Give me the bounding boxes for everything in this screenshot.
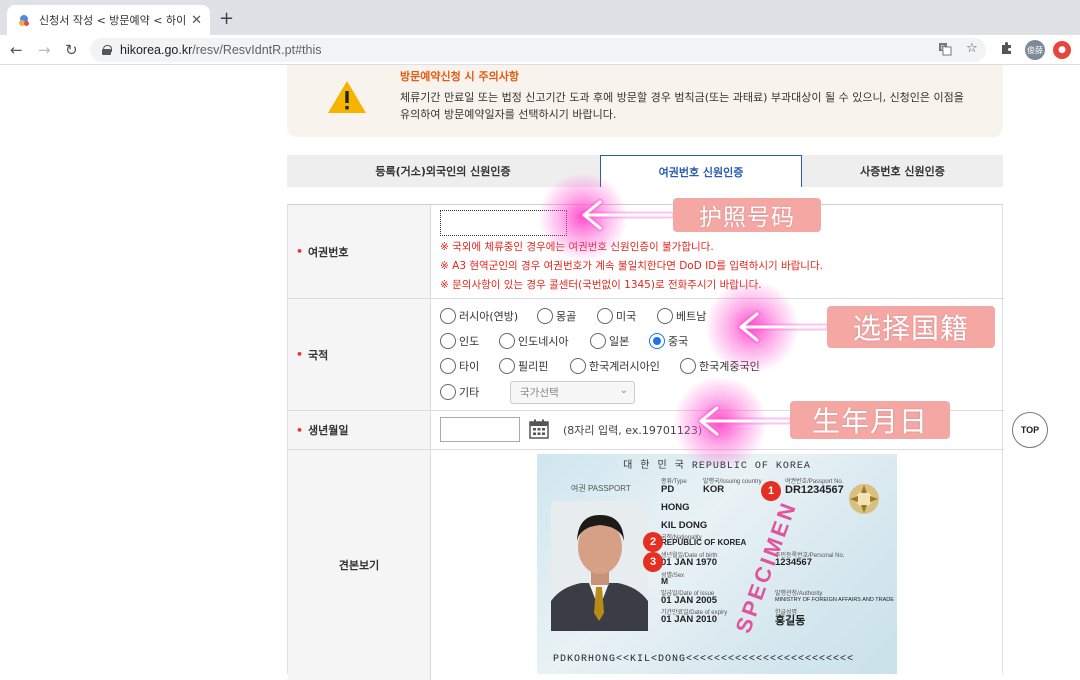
label-authority: 발행관청/Authority <box>775 591 823 597</box>
annotation-date-of-birth: 生年月日 <box>790 401 950 439</box>
browser-tabbar: 신청서 작성 < 방문예약 < 하이코리아 ✕ + <box>0 0 1080 35</box>
radio-indonesia[interactable]: 인도네시아 <box>499 333 569 349</box>
translate-icon[interactable]: G <box>938 42 952 60</box>
sample-label: 견본보기 <box>288 450 431 680</box>
scroll-top-button[interactable]: TOP <box>1012 412 1048 448</box>
radio-circle[interactable] <box>570 358 586 374</box>
bookmark-star-icon[interactable]: ☆ <box>966 41 978 56</box>
passport-warning-3: ※ 문의사항이 있는 경우 콜센터(국번없이 1345)로 전화주시기 바랍니다… <box>440 279 762 291</box>
radio-china[interactable]: 중국 <box>649 333 688 349</box>
radio-russia[interactable]: 러시아(연방) <box>440 308 518 324</box>
radio-other[interactable]: 기타 <box>440 384 479 400</box>
sample-row: 견본보기 대 한 민 국 REPUBLIC OF KOREA 여권 PASSPO… <box>288 450 1004 680</box>
radio-thailand[interactable]: 타이 <box>440 358 479 374</box>
radio-circle[interactable] <box>440 333 456 349</box>
lock-icon <box>102 45 112 55</box>
browser-toolbar: ← → ↻ hikorea.go.kr/resv/ResvIdntR.pt#th… <box>0 35 1080 65</box>
value-dob: 01 JAN 1970 <box>661 557 717 568</box>
radio-mongolia[interactable]: 몽골 <box>537 308 576 324</box>
value-expiry-date: 01 JAN 2010 <box>661 614 717 625</box>
extension-record-icon[interactable]: ● <box>1053 41 1071 59</box>
radio-korean-russian[interactable]: 한국계러시아인 <box>570 358 660 374</box>
tab-visa-verification[interactable]: 사증번호 신원인증 <box>802 155 1003 187</box>
passport-photo <box>551 501 648 631</box>
radio-circle[interactable] <box>590 333 606 349</box>
national-emblem-icon <box>849 484 879 514</box>
value-type: PD <box>661 484 675 495</box>
radio-circle[interactable] <box>440 384 456 400</box>
arrow-left-icon <box>697 404 790 438</box>
profile-avatar[interactable]: 俊薛 <box>1025 40 1045 60</box>
close-icon[interactable]: ✕ <box>191 13 202 28</box>
radio-philippines[interactable]: 필리핀 <box>499 358 548 374</box>
tab-registration-verification[interactable]: 등록(거소)외국인의 신원인증 <box>287 155 599 187</box>
notice-title: 방문예약신청 시 주의사항 <box>400 70 519 83</box>
radio-circle-selected[interactable] <box>649 333 665 349</box>
value-authority: MINISTRY OF FOREIGN AFFAIRS AND TRADE <box>775 597 894 603</box>
value-sex: M <box>661 576 669 586</box>
value-passport-no: DR1234567 <box>785 484 844 496</box>
nationality-label: • 국적 <box>288 299 431 410</box>
radio-circle[interactable] <box>440 358 456 374</box>
passport-label: • 여권번호 <box>288 205 431 298</box>
radio-circle[interactable] <box>440 308 456 324</box>
value-issue-date: 01 JAN 2005 <box>661 595 717 606</box>
annotation-select-nationality: 选择国籍 <box>827 306 995 348</box>
forward-icon[interactable]: → <box>38 41 51 59</box>
dob-input[interactable] <box>440 417 520 442</box>
value-surname: HONG <box>661 502 690 513</box>
radio-circle[interactable] <box>499 333 515 349</box>
back-icon[interactable]: ← <box>10 41 23 59</box>
url-text: hikorea.go.kr/resv/ResvIdntR.pt#this <box>120 43 322 57</box>
notice-box: 방문예약신청 시 주의사항 체류기간 만료일 또는 법정 신고기간 도과 후에 … <box>287 65 1003 137</box>
radio-india[interactable]: 인도 <box>440 333 479 349</box>
svg-text:G: G <box>941 45 946 52</box>
radio-circle[interactable] <box>597 308 613 324</box>
value-nationality: REPUBLIC OF KOREA <box>661 538 747 547</box>
value-country: KOR <box>703 484 725 495</box>
passport-word: 여권 PASSPORT <box>571 484 631 493</box>
value-korean-name: 홍길동 <box>775 615 806 627</box>
arrow-left-icon <box>737 310 827 344</box>
radio-japan[interactable]: 일본 <box>590 333 629 349</box>
radio-circle[interactable] <box>499 358 515 374</box>
arrow-left-icon <box>580 198 673 232</box>
verification-tabs: 등록(거소)외국인의 신원인증 여권번호 신원인증 사증번호 신원인증 <box>287 155 1003 187</box>
radio-vietnam[interactable]: 베트남 <box>657 308 706 324</box>
badge-2: 2 <box>643 532 663 552</box>
extensions-puzzle-icon[interactable] <box>1000 41 1014 59</box>
hikorea-favicon-icon <box>17 13 31 27</box>
passport-sample-image: 대 한 민 국 REPUBLIC OF KOREA 여권 PASSPORT 종류… <box>537 454 897 674</box>
country-select[interactable]: 국가선택 ⌄ <box>510 381 635 404</box>
tab-title: 신청서 작성 < 방문예약 < 하이코리아 <box>39 14 186 27</box>
radio-circle[interactable] <box>537 308 553 324</box>
passport-mrz: PDKORHONG<<KIL<DONG<<<<<<<<<<<<<<<<<<<<<… <box>553 654 855 665</box>
passport-warning-2: ※ A3 현역군인의 경우 여권번호가 계속 불일치한다면 DoD ID를 입력… <box>440 260 823 272</box>
new-tab-icon[interactable]: + <box>219 9 234 29</box>
reload-icon[interactable]: ↻ <box>65 41 78 59</box>
annotation-passport-number: 护照号码 <box>673 198 821 232</box>
warning-icon <box>328 81 366 113</box>
tab-passport-verification[interactable]: 여권번호 신원인증 <box>600 155 802 187</box>
radio-usa[interactable]: 미국 <box>597 308 636 324</box>
badge-3: 3 <box>643 552 663 572</box>
value-given-name: KIL DONG <box>661 520 708 531</box>
chevron-down-icon: ⌄ <box>619 385 628 396</box>
dob-label: • 생년월일 <box>288 411 431 449</box>
radio-circle[interactable] <box>657 308 673 324</box>
notice-body: 체류기간 만료일 또는 법정 신고기간 도과 후에 방문할 경우 범칙금(또는 … <box>400 91 964 121</box>
calendar-icon[interactable] <box>529 419 549 439</box>
browser-tab[interactable]: 신청서 작성 < 방문예약 < 하이코리아 ✕ <box>7 5 210 35</box>
address-bar[interactable]: hikorea.go.kr/resv/ResvIdntR.pt#this G ☆ <box>90 38 986 62</box>
radio-circle[interactable] <box>680 358 696 374</box>
